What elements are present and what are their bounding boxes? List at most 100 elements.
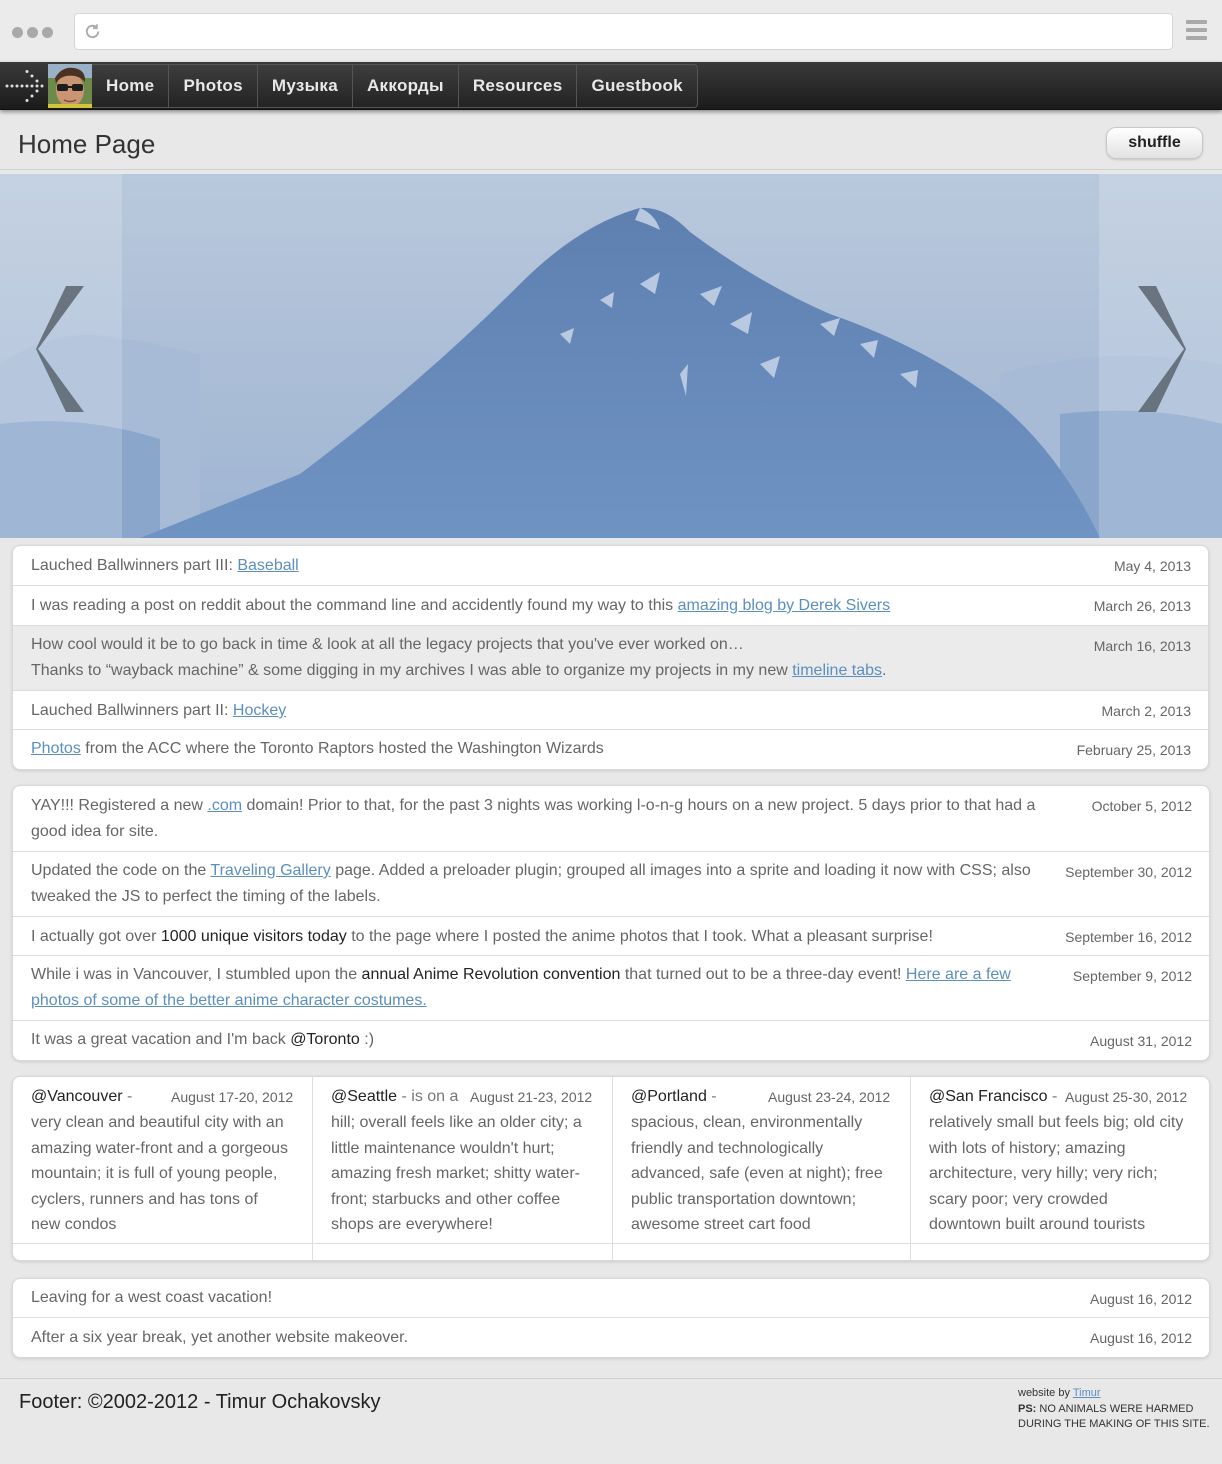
news-item: Photos from the ACC where the Toronto Ra…: [13, 730, 1208, 769]
news-card-vacation: Leaving for a west coast vacation! Augus…: [12, 1278, 1210, 1358]
reload-icon[interactable]: [83, 22, 102, 41]
city-line: cyclers, runners and has tons of: [31, 1190, 258, 1208]
shuffle-button[interactable]: shuffle: [1106, 127, 1203, 159]
city-portland: @Portland - August 23-24, 2012 spacious,…: [613, 1077, 911, 1260]
city-line: new condos: [31, 1216, 117, 1233]
nav-guestbook[interactable]: Guestbook: [577, 65, 697, 107]
city-footer: [313, 1243, 612, 1244]
news-date: March 16, 2013: [1093, 638, 1191, 654]
city-description: relatively small but feels big; old city…: [929, 1110, 1183, 1238]
news-text: While i was in Vancouver, I stumbled upo…: [31, 966, 362, 983]
news-text: Lauched Ballwinners part II:: [31, 702, 233, 719]
city-line: amazing water-front and a gorgeous: [31, 1139, 289, 1157]
news-card-2013: Lauched Ballwinners part III: Baseball M…: [12, 545, 1209, 770]
city-description: very clean and beautiful city with an am…: [31, 1110, 288, 1238]
chevron-right-icon[interactable]: [1126, 284, 1196, 414]
avatar[interactable]: [48, 64, 92, 108]
baseball-link[interactable]: Baseball: [237, 557, 298, 574]
city-line: public transportation downtown;: [631, 1190, 857, 1208]
nav-home[interactable]: Home: [92, 65, 170, 107]
city-seattle: @Seattle - is on a August 21-23, 2012 hi…: [313, 1077, 613, 1260]
ps-label: PS:: [1018, 1402, 1037, 1415]
news-highlight: annual Anime Revolution convention: [361, 966, 621, 983]
address-bar[interactable]: [74, 13, 1173, 50]
city-date: August 17-20, 2012: [168, 1085, 294, 1109]
news-item: I actually got over 1000 unique visitors…: [13, 917, 1209, 956]
city-line: front; starbucks and other coffee: [331, 1190, 561, 1208]
news-text: .: [882, 662, 887, 679]
city-line: friendly and technologically: [631, 1139, 824, 1157]
news-card-2012: YAY!!! Registered a new .com domain! Pri…: [12, 785, 1210, 1061]
news-date: March 26, 2013: [1093, 598, 1191, 614]
news-item: I was reading a post on reddit about the…: [13, 586, 1208, 626]
city-heading: @San Francisco -: [929, 1085, 1057, 1109]
city-line: advanced, safe (even at night); free: [631, 1165, 883, 1182]
hockey-link[interactable]: Hockey: [233, 702, 286, 719]
news-date: August 31, 2012: [1090, 1033, 1192, 1049]
nav-chords[interactable]: Аккорды: [353, 65, 459, 107]
hamburger-icon[interactable]: [1186, 20, 1207, 44]
mountain-image: [0, 174, 1222, 538]
news-item: YAY!!! Registered a new .com domain! Pri…: [13, 786, 1209, 852]
timur-link[interactable]: Timur: [1073, 1387, 1101, 1399]
photos-link[interactable]: Photos: [31, 740, 81, 757]
city-footer: [911, 1243, 1209, 1244]
city-line: downtown built around tourists: [929, 1216, 1146, 1233]
city-line: little maintenance wouldn't hurt;: [331, 1139, 555, 1157]
traveling-gallery-link[interactable]: Traveling Gallery: [210, 862, 330, 879]
news-date: October 5, 2012: [1091, 798, 1192, 814]
news-date: March 2, 2013: [1101, 703, 1192, 719]
news-highlight: @Toronto: [290, 1031, 360, 1048]
city-name: @Portland: [631, 1088, 707, 1105]
news-date: August 16, 2012: [1090, 1330, 1192, 1346]
news-text: YAY!!! Registered a new: [31, 797, 208, 814]
chevron-left-icon[interactable]: [26, 284, 96, 414]
city-heading: @Vancouver -: [31, 1085, 132, 1109]
news-text: Leaving for a west coast vacation!: [31, 1289, 273, 1306]
timeline-tabs-link[interactable]: timeline tabs: [792, 662, 882, 679]
city-date: August 25-30, 2012: [1062, 1085, 1188, 1109]
nav-photos[interactable]: Photos: [169, 65, 258, 107]
window-controls[interactable]: [12, 27, 53, 38]
city-line: relatively small but feels big; old city: [929, 1114, 1184, 1131]
city-line: awesome street cart food: [631, 1216, 811, 1233]
nav-resources[interactable]: Resources: [459, 65, 578, 107]
title-bar: Home Page shuffle: [0, 110, 1222, 170]
news-text: I was reading a post on reddit about the…: [31, 597, 678, 614]
arrow-logo-icon[interactable]: [4, 70, 46, 102]
news-date: September 30, 2012: [1065, 864, 1192, 880]
city-line: very clean and beautiful city with an: [31, 1114, 284, 1131]
news-text: After a six year break, yet another webs…: [31, 1329, 409, 1346]
news-item: After a six year break, yet another webs…: [13, 1318, 1209, 1357]
news-highlight: 1000 unique visitors today: [160, 928, 347, 945]
nav-music[interactable]: Музыка: [258, 65, 353, 107]
news-text: :): [359, 1031, 375, 1048]
news-item: It was a great vacation and I'm back @To…: [13, 1021, 1209, 1060]
news-date: February 25, 2013: [1076, 742, 1191, 758]
city-description: hill; overall feels like an older city; …: [331, 1110, 582, 1238]
city-separator: - is on a: [397, 1088, 459, 1105]
news-item: Leaving for a west coast vacation! Augus…: [13, 1279, 1209, 1318]
city-name: @San Francisco: [929, 1088, 1048, 1105]
news-date: May 4, 2013: [1113, 558, 1191, 574]
news-text: Thanks to “wayback machine” & some diggi…: [31, 662, 793, 679]
city-line: with lots of history; amazing: [929, 1139, 1126, 1157]
news-item: While i was in Vancouver, I stumbled upo…: [13, 956, 1209, 1021]
ps-text: NO ANIMALS WERE HARMED: [1036, 1402, 1194, 1415]
city-footer: [613, 1243, 910, 1244]
dotcom-link[interactable]: .com: [207, 797, 242, 814]
city-name: @Seattle: [331, 1088, 398, 1105]
city-footer: [13, 1243, 312, 1244]
news-text: to the page where I posted the anime pho…: [346, 928, 933, 945]
city-heading: @Seattle - is on a: [331, 1085, 458, 1109]
city-separator: -: [1047, 1088, 1058, 1105]
city-line: mountain; it is full of young people,: [31, 1165, 278, 1182]
news-item: Lauched Ballwinners part II: Hockey Marc…: [13, 691, 1208, 730]
news-item: How cool would it be to go back in time …: [13, 626, 1208, 691]
derek-sivers-link[interactable]: amazing blog by Derek Sivers: [678, 597, 891, 614]
news-date: September 9, 2012: [1072, 968, 1192, 984]
browser-chrome: [0, 0, 1222, 62]
west-coast-cities-card: @Vancouver - August 17-20, 2012 very cle…: [12, 1076, 1210, 1261]
city-date: August 23-24, 2012: [765, 1085, 891, 1109]
news-text: from the ACC where the Toronto Raptors h…: [80, 740, 604, 757]
